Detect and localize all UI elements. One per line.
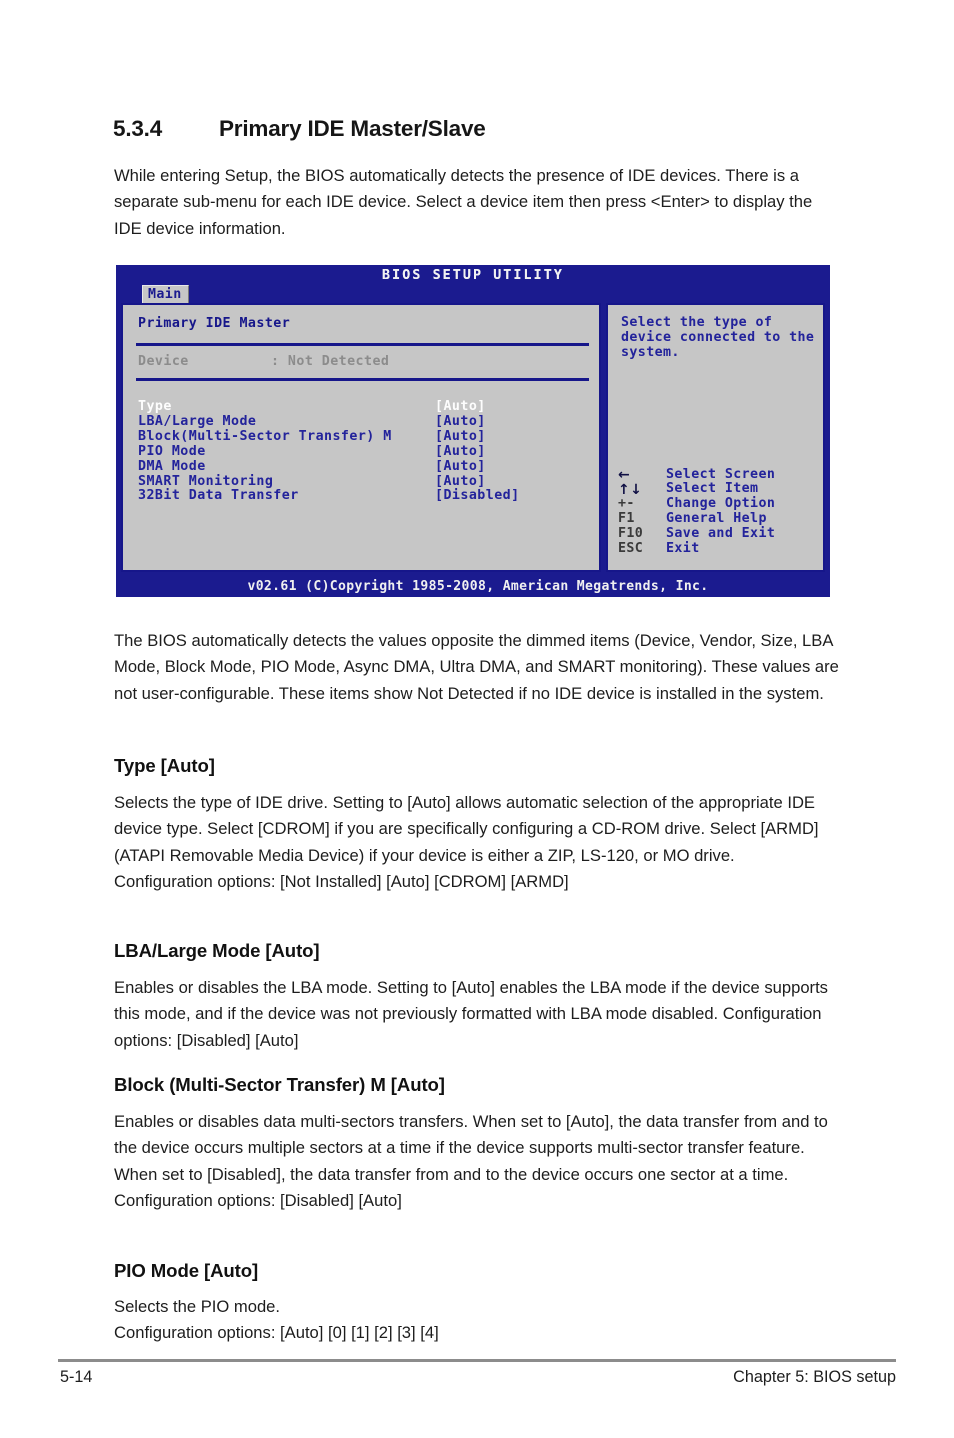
legend-label: Save and Exit xyxy=(666,526,776,542)
legend-label: Select Screen xyxy=(666,466,776,482)
legend-row: ← Select Screen xyxy=(618,466,776,484)
heading-lba-large-mode: LBA/Large Mode [Auto] xyxy=(114,940,320,961)
legend-row: ESC Exit xyxy=(618,541,775,557)
bios-option-name: Type xyxy=(138,399,172,414)
screen-heading: Primary IDE Master xyxy=(138,316,291,331)
bios-body: Primary IDE Master Device : Not Detected… xyxy=(121,303,825,572)
bios-option-name: LBA/Large Mode xyxy=(138,413,257,429)
f1-key: F1 xyxy=(618,511,635,527)
legend-row: F1 General Help xyxy=(618,511,775,527)
body-block-multi-sector-transfer: Enables or disables data multi-sectors t… xyxy=(114,1109,840,1214)
intro-text: While entering Setup, the BIOS automatic… xyxy=(114,166,813,238)
f10-key: F10 xyxy=(618,526,644,542)
esc-key: ESC xyxy=(618,541,644,557)
up-down-arrow-icon: ↑↓ xyxy=(618,481,643,498)
bios-key-legend: ← Select Screen ↑↓ Select Item +- Change Opti… xyxy=(618,466,776,557)
bios-copyright: v02.61 (C)Copyright 1985-2008, American … xyxy=(247,579,709,594)
bios-main-pane: Primary IDE Master Device : Not Detected… xyxy=(121,303,601,572)
bios-option-name: PIO Mode xyxy=(138,443,206,459)
section-title: Primary IDE Master/Slave xyxy=(219,116,486,141)
bios-option-value[interactable]: [Auto] xyxy=(435,414,486,430)
body-type-text: Selects the type of IDE drive. Setting t… xyxy=(114,793,819,891)
bios-option-value[interactable]: [Auto] xyxy=(435,399,486,415)
device-label: Device xyxy=(138,354,189,369)
left-arrow-icon: ← xyxy=(618,467,631,484)
bios-option-row[interactable]: LBA/Large Mode [Auto] xyxy=(135,413,589,430)
bios-option-row[interactable]: Block(Multi-Sector Transfer) M [Auto] xyxy=(135,428,589,445)
body-lba-large-mode: Enables or disables the LBA mode. Settin… xyxy=(114,975,840,1054)
body-pio-text: Selects the PIO mode. Configuration optio… xyxy=(114,1297,439,1343)
bios-option-name: 32Bit Data Transfer xyxy=(138,488,299,504)
body-block-text: Enables or disables data multi-sectors t… xyxy=(114,1112,828,1210)
body-pio-mode: Selects the PIO mode. Configuration optio… xyxy=(114,1294,840,1347)
tab-main[interactable]: Main xyxy=(142,285,189,303)
device-row: Device : Not Detected xyxy=(135,346,589,378)
bios-option-row[interactable]: Type [Auto] xyxy=(135,399,589,415)
heading-block-multi-sector-transfer: Block (Multi-Sector Transfer) M [Auto] xyxy=(114,1074,445,1095)
bios-help-pane: Select the type of device connected to t… xyxy=(606,303,825,572)
bios-option-name: DMA Mode xyxy=(138,458,206,474)
legend-row: +- Change Option xyxy=(618,496,776,512)
bios-title: BIOS SETUP UTILITY xyxy=(382,268,564,283)
legend-label: Change Option xyxy=(666,496,776,512)
chapter-label: Chapter 5: BIOS setup xyxy=(733,1368,896,1386)
dimmed-items-paragraph: The BIOS automatically detects the value… xyxy=(114,628,840,707)
bios-option-row[interactable]: 32Bit Data Transfer [Disabled] xyxy=(135,489,589,504)
legend-label: Exit xyxy=(666,541,700,557)
page-number: 5-14 xyxy=(60,1368,93,1386)
document-page: 5.3.4 Primary IDE Master/Slave While ent… xyxy=(0,0,954,1438)
bios-option-row[interactable]: DMA Mode [Auto] xyxy=(135,458,589,475)
legend-row: F10 Save and Exit xyxy=(618,526,776,542)
bios-option-row[interactable]: PIO Mode [Auto] xyxy=(135,443,589,460)
bios-tab-bar: Main xyxy=(117,285,829,303)
bios-option-list: Type [Auto] LBA/Large Mode [Auto] Block(Mult… xyxy=(135,399,589,504)
bios-option-name: Block(Multi-Sector Transfer) M xyxy=(138,428,392,444)
body-lba-text: Enables or disables the LBA mode. Settin… xyxy=(114,978,828,1050)
device-value: : Not Detected xyxy=(271,354,390,369)
bios-option-value[interactable]: [Auto] xyxy=(435,429,486,445)
intro-paragraph: While entering Setup, the BIOS automatic… xyxy=(114,163,840,242)
bios-option-value[interactable]: [Auto] xyxy=(435,444,486,460)
page-title: 5.3.4 Primary IDE Master/Slave xyxy=(113,116,486,142)
heading-pio-mode: PIO Mode [Auto] xyxy=(114,1260,259,1281)
bios-setup-screenshot: BIOS SETUP UTILITY Main Primary IDE Mast… xyxy=(116,265,830,597)
plus-minus-key: +- xyxy=(618,496,635,512)
heading-type: Type [Auto] xyxy=(114,755,215,776)
bios-option-value[interactable]: [Disabled] xyxy=(435,489,520,504)
bios-option-value[interactable]: [Auto] xyxy=(435,459,486,475)
help-text: Select the type of device connected to t… xyxy=(621,315,815,360)
legend-label: General Help xyxy=(666,511,767,527)
section-number: 5.3.4 xyxy=(113,116,163,141)
footer-divider xyxy=(58,1359,896,1362)
divider-bottom xyxy=(136,378,589,381)
body-type: Selects the type of IDE drive. Setting t… xyxy=(114,790,840,895)
dimmed-items-text: The BIOS automatically detects the value… xyxy=(114,631,839,703)
